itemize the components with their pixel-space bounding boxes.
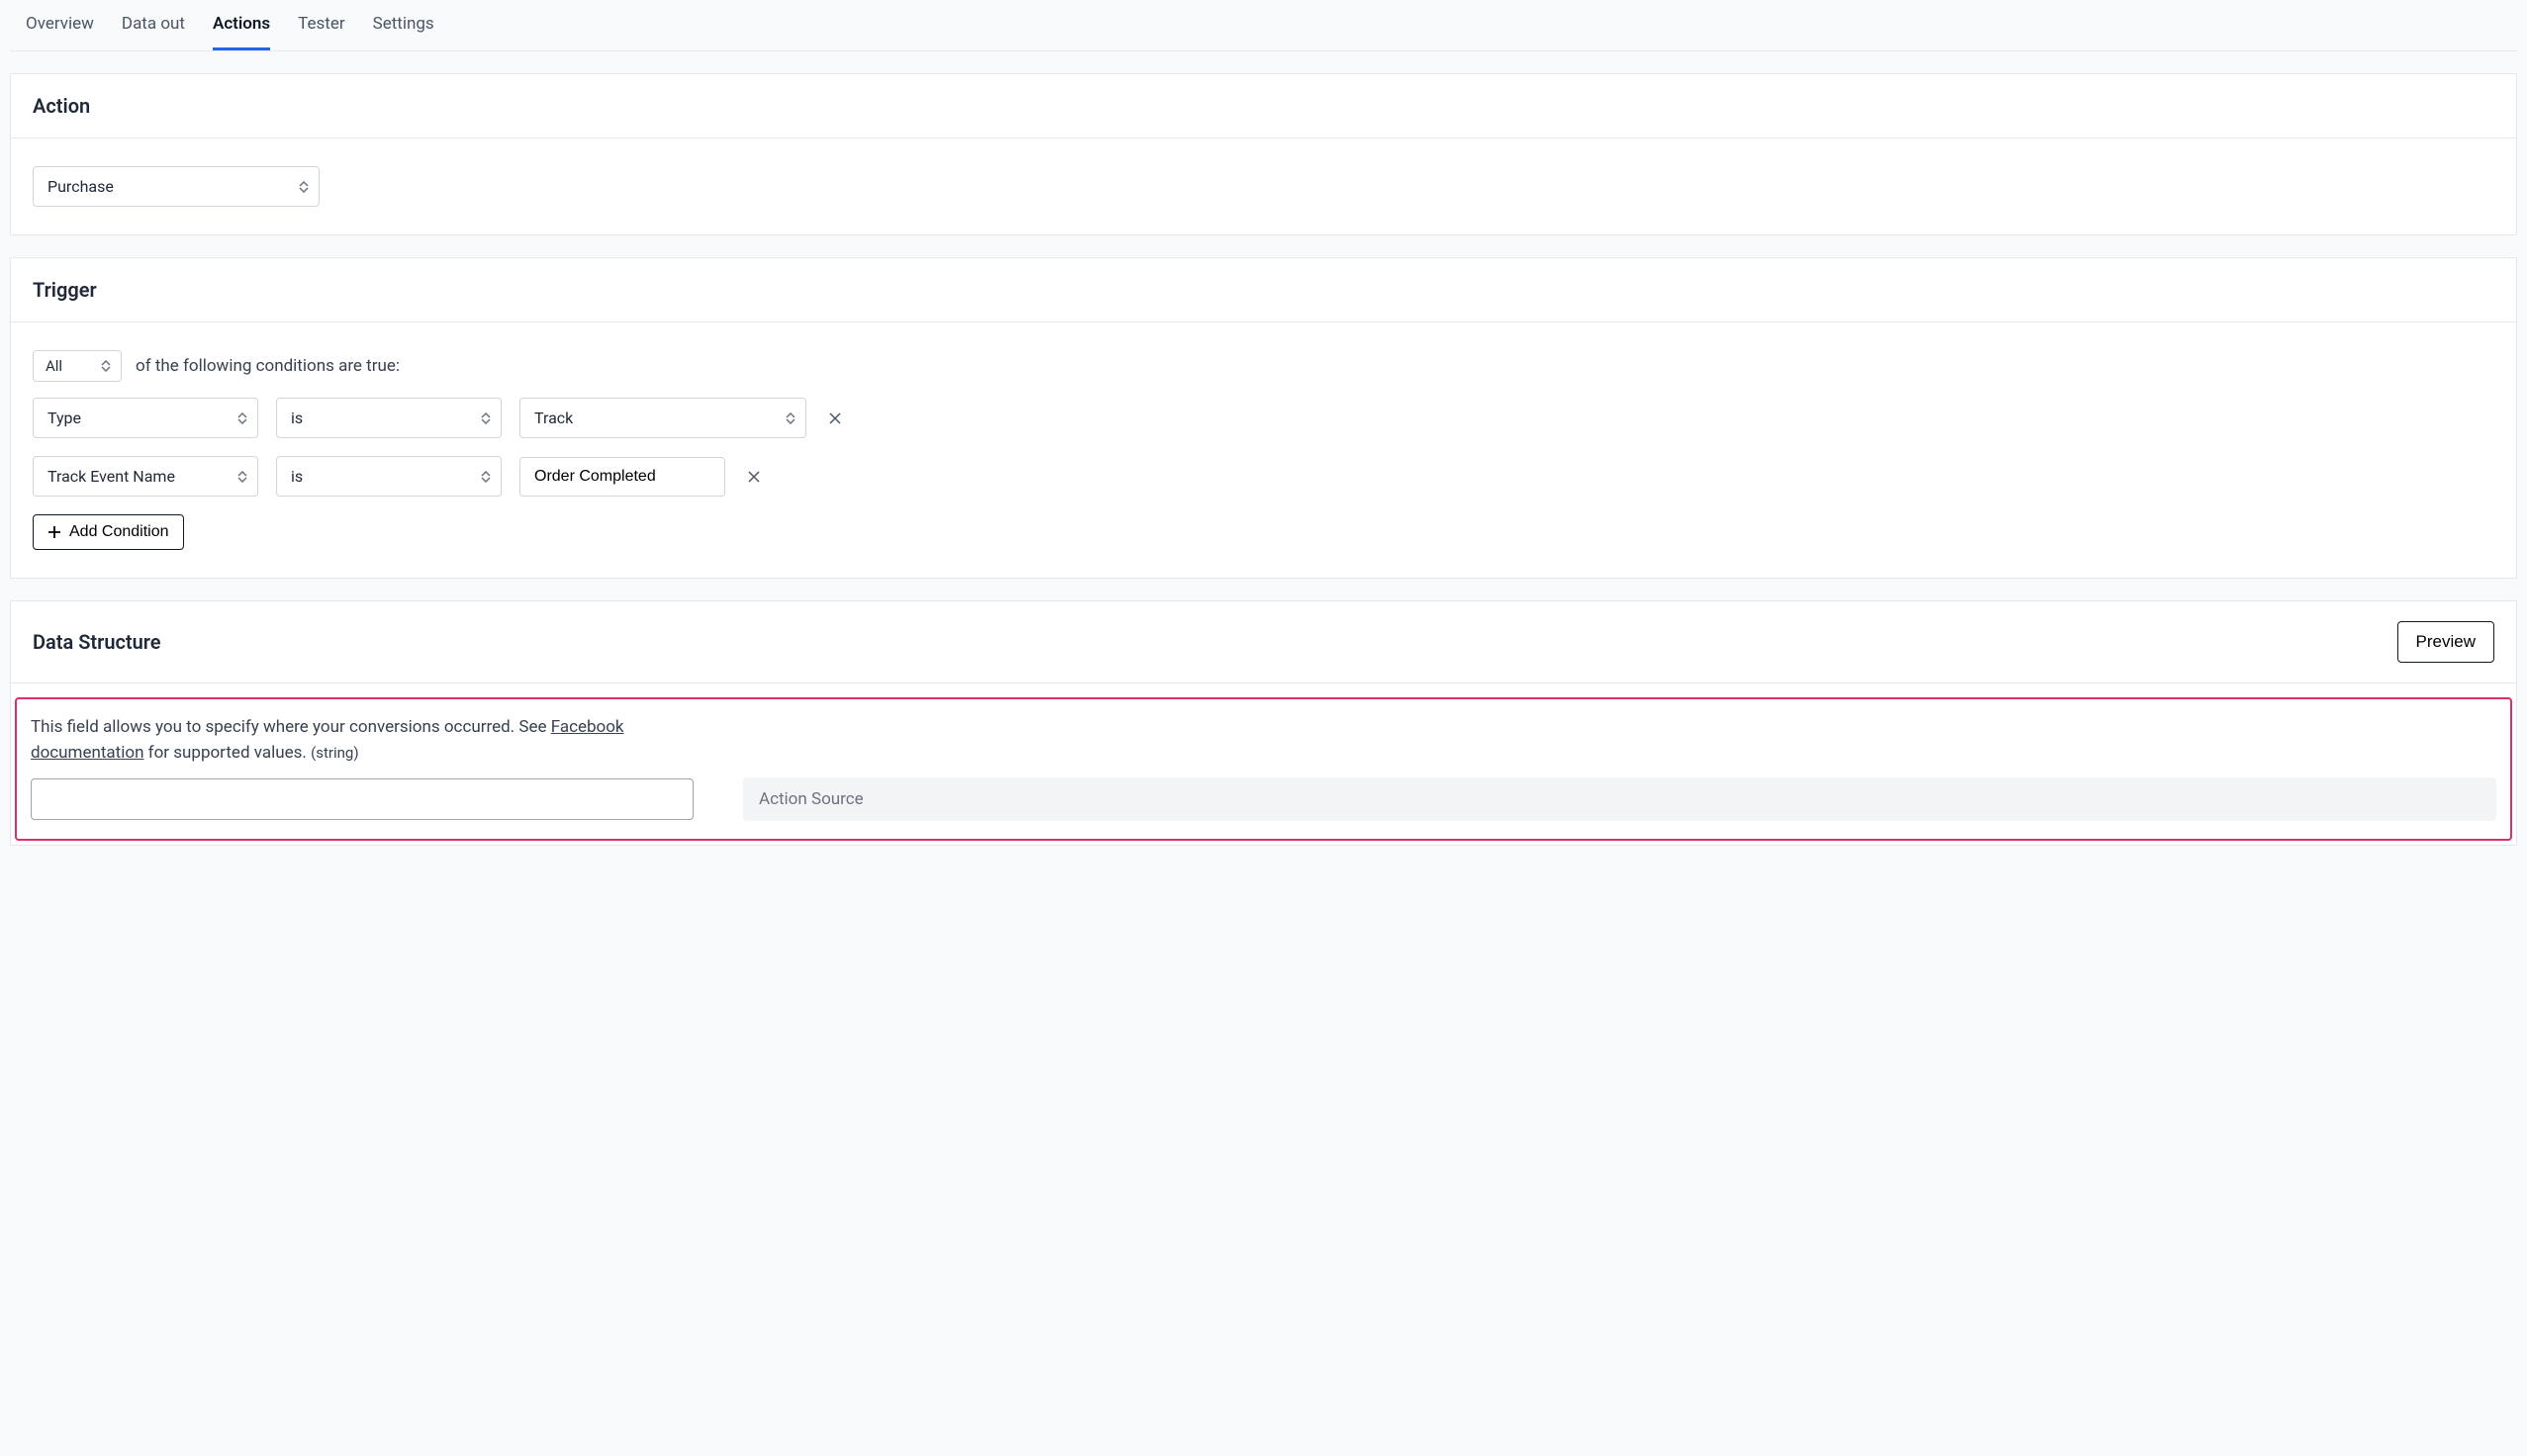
tab-data-out[interactable]: Data out [122, 14, 185, 50]
condition-field-select[interactable]: Type [33, 398, 258, 438]
help-text-pre: This field allows you to specify where y… [31, 717, 551, 737]
chevron-updown-icon [237, 471, 247, 483]
tab-settings[interactable]: Settings [373, 14, 434, 50]
action-source-field-box: This field allows you to specify where y… [15, 697, 2512, 841]
action-select-value: Purchase [47, 177, 114, 196]
condition-field-value: Track Event Name [47, 467, 175, 486]
data-structure-heading: Data Structure [33, 630, 161, 654]
preview-button[interactable]: Preview [2397, 621, 2494, 663]
chevron-updown-icon [101, 360, 111, 372]
action-select[interactable]: Purchase [33, 166, 320, 207]
trigger-quantifier-value: All [46, 357, 62, 375]
condition-operator-value: is [291, 409, 303, 427]
action-source-readonly: Action Source [743, 777, 2496, 821]
condition-operator-select[interactable]: is [276, 456, 502, 497]
condition-row: Track Event Name is [33, 456, 2494, 497]
condition-value-value: Track [534, 409, 573, 427]
action-heading: Action [11, 74, 2516, 138]
action-card: Action Purchase [10, 73, 2517, 235]
close-icon [828, 411, 842, 425]
condition-field-select[interactable]: Track Event Name [33, 456, 258, 497]
type-hint: (string) [311, 744, 358, 762]
tab-overview[interactable]: Overview [26, 14, 94, 50]
condition-row: Type is Track [33, 398, 2494, 438]
help-text-post: for supported values. [143, 743, 311, 763]
trigger-heading: Trigger [11, 258, 2516, 322]
tabs-nav: Overview Data out Actions Tester Setting… [10, 0, 2517, 51]
trigger-card: Trigger All of the following conditions … [10, 257, 2517, 579]
condition-operator-value: is [291, 467, 303, 486]
condition-remove-button[interactable] [743, 466, 765, 488]
add-condition-label: Add Condition [69, 523, 169, 541]
trigger-quantifier-suffix: of the following conditions are true: [136, 356, 400, 376]
plus-icon [47, 525, 61, 539]
condition-value-select[interactable]: Track [519, 398, 806, 438]
trigger-quantifier-select[interactable]: All [33, 350, 122, 382]
help-text: This field allows you to specify where y… [31, 715, 664, 766]
add-condition-button[interactable]: Add Condition [33, 514, 184, 550]
tab-actions[interactable]: Actions [213, 14, 270, 50]
chevron-updown-icon [481, 471, 491, 483]
chevron-updown-icon [481, 412, 491, 424]
condition-value-input[interactable] [519, 457, 725, 497]
action-source-input[interactable] [31, 778, 694, 820]
chevron-updown-icon [299, 181, 309, 193]
tab-tester[interactable]: Tester [298, 14, 344, 50]
close-icon [747, 470, 761, 484]
data-structure-card: Data Structure Preview This field allows… [10, 600, 2517, 846]
chevron-updown-icon [237, 412, 247, 424]
condition-operator-select[interactable]: is [276, 398, 502, 438]
condition-field-value: Type [47, 409, 81, 427]
condition-remove-button[interactable] [824, 408, 846, 429]
chevron-updown-icon [786, 412, 796, 424]
